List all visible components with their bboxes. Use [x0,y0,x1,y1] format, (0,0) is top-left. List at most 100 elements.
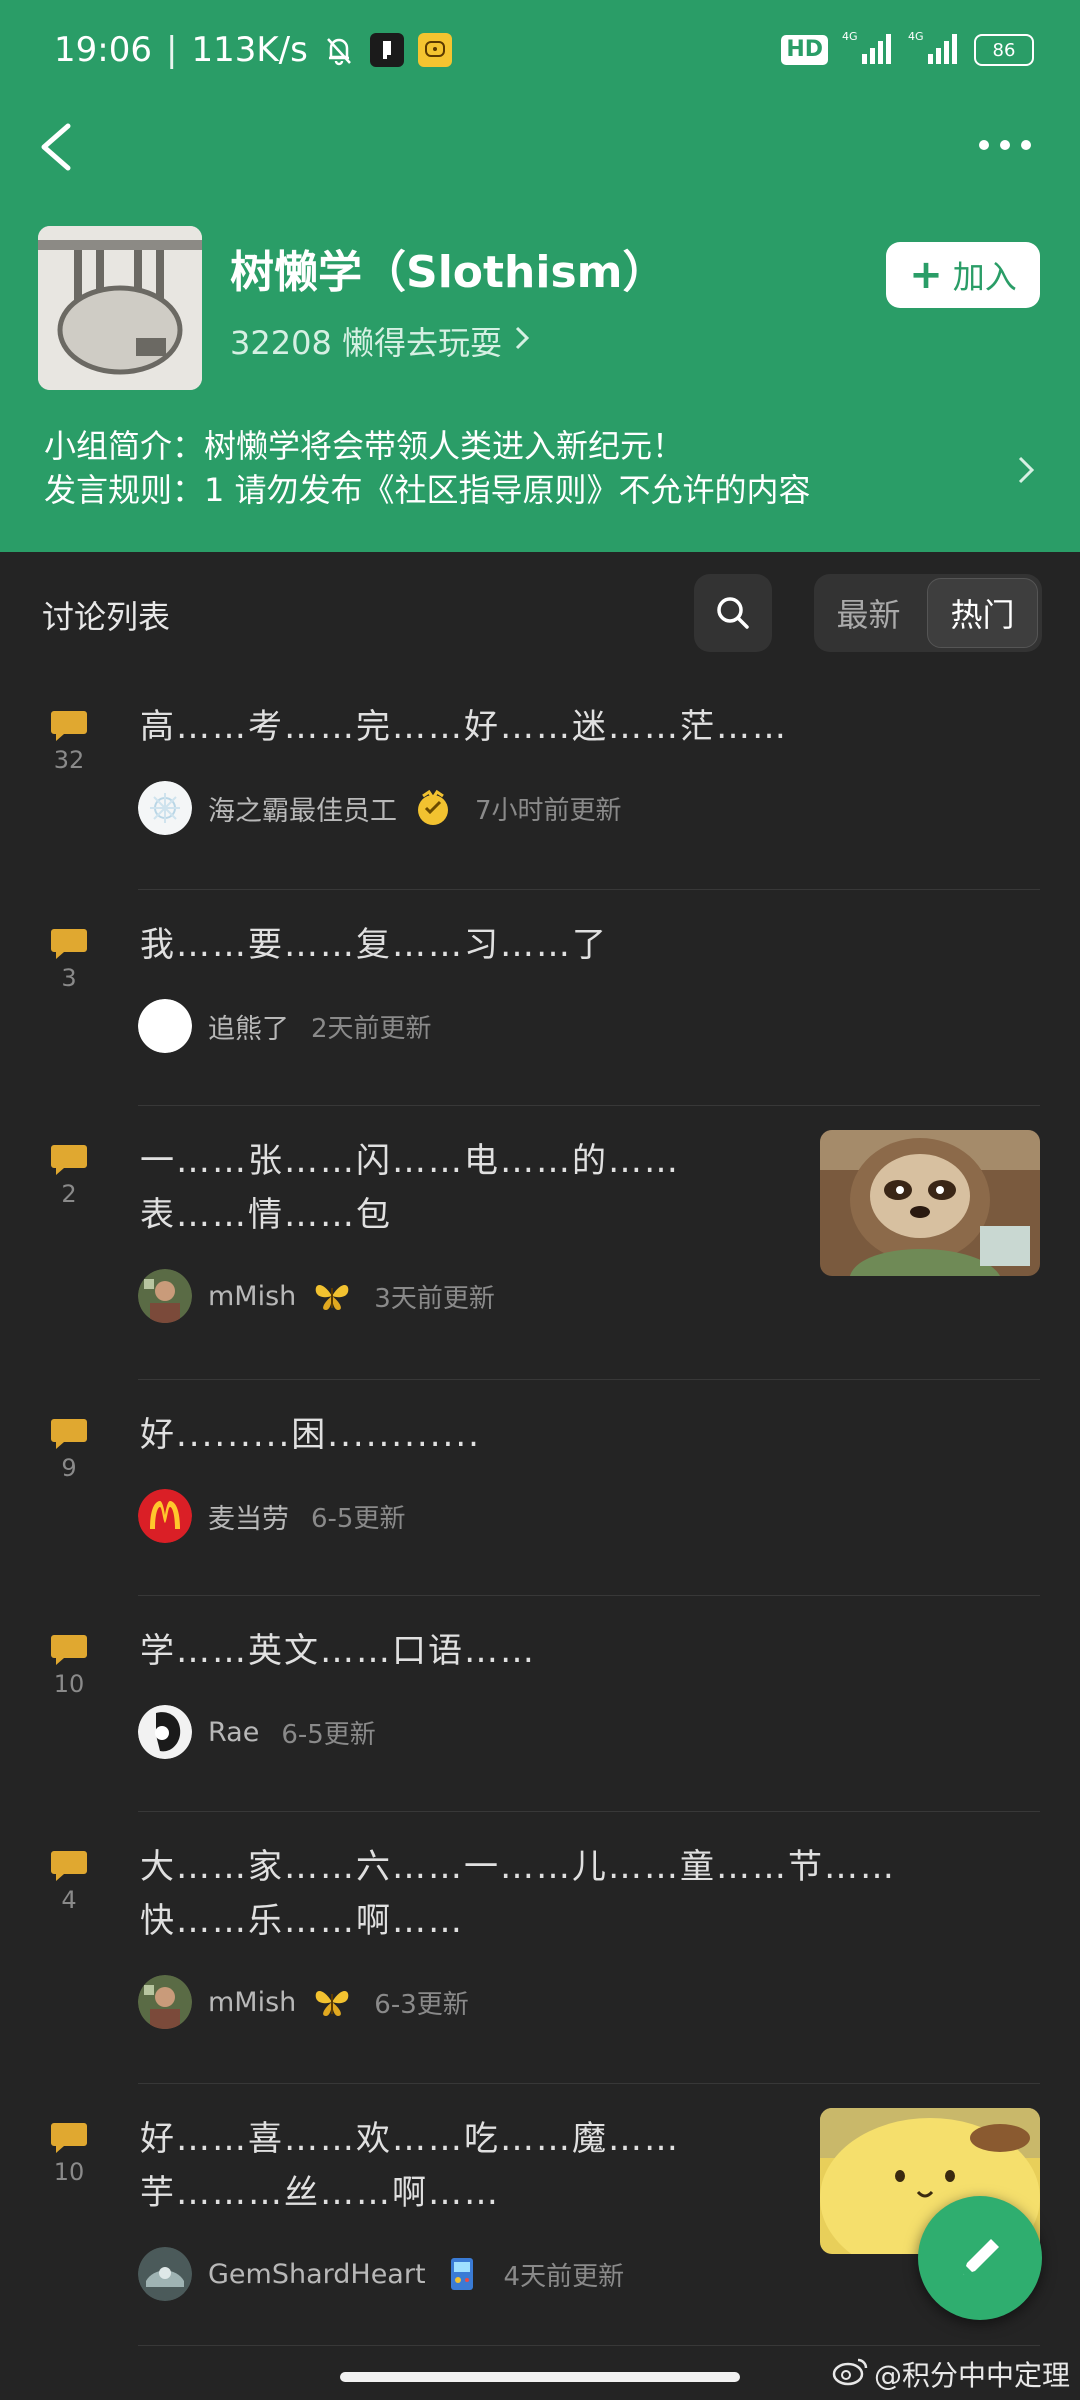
comment-icon [50,2120,88,2156]
comment-count: 2 [61,1180,77,1208]
group-member-count[interactable]: 32208 懒得去玩耍 [230,318,530,364]
comment-icon [50,1632,88,1668]
avatar[interactable] [138,1489,192,1543]
author-name: Rae [208,1716,260,1748]
group-page: 19:06 | 113K/s HD 4G 4G 86 树懒学（Slothism）… [0,0,1080,2400]
topic-row[interactable]: 32 高……考……完……好……迷……茫…… 海之霸最佳员工 7小时前更新 [0,672,1080,890]
pencil-icon [963,2239,999,2275]
topic-title[interactable]: 快……乐……啊…… [140,1894,464,1948]
watermark: @积分中中定理 [832,2354,1070,2394]
author-name: 麦当劳 [208,1503,289,1535]
topic-title[interactable]: 大……家……六……一……儿……童……节…… [140,1840,896,1894]
topic-row[interactable]: 9 好.........困............ 麦当劳 6-5更新 [0,1380,1080,1596]
weibo-icon [832,2356,868,2393]
discussion-toolbar: 讨论列表 最新 热门 [0,552,1080,672]
topic-title[interactable]: 我……要……复……习……了 [140,918,608,972]
author-name: GemShardHeart [208,2258,426,2290]
signal-icon-1: 4G [842,30,894,70]
compose-button[interactable] [918,2196,1042,2320]
group-intro-text: 小组简介：树懒学将会带领人类进入新纪元！ [44,427,685,465]
topic-row[interactable]: 10 好……喜……欢……吃……魔…… 芋………丝……啊…… GemShardHeart… [0,2084,1080,2346]
avatar[interactable] [138,1269,192,1323]
home-indicator[interactable] [340,2372,740,2382]
svg-text:4G: 4G [842,30,858,43]
comment-icon [50,1416,88,1452]
chat-app-icon [417,33,452,67]
comment-count: 9 [61,1454,77,1482]
author-name: 追熊了 [208,1013,289,1045]
update-time: 3天前更新 [374,1283,495,1314]
divider [138,2345,1040,2346]
author-name: mMish [208,1280,297,1312]
tab-latest[interactable]: 最新 [814,574,923,652]
avatar[interactable] [138,1975,192,2029]
butterfly-badge-icon [312,1982,352,2022]
avatar[interactable] [138,1705,192,1759]
avatar[interactable] [138,781,192,835]
topic-thumbnail[interactable] [820,1130,1040,1276]
back-button[interactable] [32,112,92,182]
author-name: 海之霸最佳员工 [208,795,397,827]
topic-title[interactable]: 学……英文……口语…… [140,1624,536,1678]
plus-icon: + [909,252,943,298]
update-time: 6-3更新 [374,1989,469,2020]
topic-title[interactable]: 好……喜……欢……吃……魔…… [140,2112,680,2166]
comment-icon [50,1848,88,1884]
topic-title[interactable]: 好.........困............ [140,1408,481,1462]
topic-author[interactable]: mMish 6-3更新 [138,1974,469,2030]
status-time: 19:06 [54,30,152,70]
avatar[interactable] [138,2247,192,2301]
status-speed: 113K/s [191,30,308,70]
topic-author[interactable]: Rae 6-5更新 [138,1704,376,1760]
topic-row[interactable]: 10 学……英文……口语…… Rae 6-5更新 [0,1596,1080,1812]
discussion-list-title: 讨论列表 [42,598,171,636]
comment-icon [50,926,88,962]
arcade-badge-icon [442,2254,482,2294]
tab-hot[interactable]: 热门 [927,578,1038,648]
topic-row[interactable]: 4 大……家……六……一……儿……童……节…… 快……乐……啊…… mMish 6-3更… [0,1812,1080,2084]
update-time: 6-5更新 [281,1719,376,1750]
comment-icon [50,708,88,744]
medal-badge-icon [413,788,453,828]
update-time: 2天前更新 [311,1013,432,1044]
group-avatar[interactable] [38,226,202,390]
topic-author[interactable]: 海之霸最佳员工 7小时前更新 [138,780,622,836]
chevron-right-icon[interactable] [1014,450,1038,490]
topic-author[interactable]: GemShardHeart 4天前更新 [138,2246,624,2302]
topic-row[interactable]: 3 我……要……复……习……了追熊了 2天前更新 [0,890,1080,1106]
group-header: 19:06 | 113K/s HD 4G 4G 86 树懒学（Slothism）… [0,0,1080,552]
signal-icon-2: 4G [908,30,960,70]
butterfly-badge-icon [312,1276,352,1316]
comment-count: 10 [53,2158,85,2186]
comment-count: 32 [53,746,85,774]
topic-author[interactable]: 麦当劳 6-5更新 [138,1488,405,1544]
comment-count: 4 [61,1886,77,1914]
avatar[interactable] [138,999,192,1053]
hd-badge: HD [781,35,828,65]
chevron-right-icon [514,322,530,360]
update-time: 6-5更新 [311,1503,406,1534]
topic-row[interactable]: 2 一……张……闪……电……的…… 表……情……包 mMish 3天前更新 [0,1106,1080,1380]
update-time: 7小时前更新 [475,795,622,826]
comment-count: 3 [61,964,77,992]
join-group-button[interactable]: + 加入 [886,242,1040,308]
topic-title[interactable]: 芋………丝……啊…… [140,2166,500,2220]
status-right: HD 4G 4G 86 [781,26,1034,74]
svg-text:4G: 4G [908,30,924,43]
topic-title[interactable]: 高……考……完……好……迷……茫…… [140,700,788,754]
topic-author[interactable]: mMish 3天前更新 [138,1268,495,1324]
sort-toggle: 最新 热门 [814,574,1042,652]
update-time: 4天前更新 [503,2261,625,2292]
topic-title[interactable]: 一……张……闪……电……的…… [140,1134,680,1188]
search-icon [717,597,749,629]
group-intro[interactable]: 小组简介：树懒学将会带领人类进入新纪元！ 发言规则：1 请勿发布《社区指导原则》… [44,424,1004,512]
topic-author[interactable]: 追熊了 2天前更新 [138,998,432,1054]
topic-title[interactable]: 表……情……包 [140,1188,392,1242]
group-title: 树懒学（Slothism） [230,247,667,298]
search-button[interactable] [694,574,772,652]
status-left: 19:06 | 113K/s [54,26,452,74]
notification-app-icon [369,33,404,67]
more-options-icon[interactable] [970,120,1040,170]
mute-bell-icon [322,33,356,67]
author-name: mMish [208,1986,297,2018]
